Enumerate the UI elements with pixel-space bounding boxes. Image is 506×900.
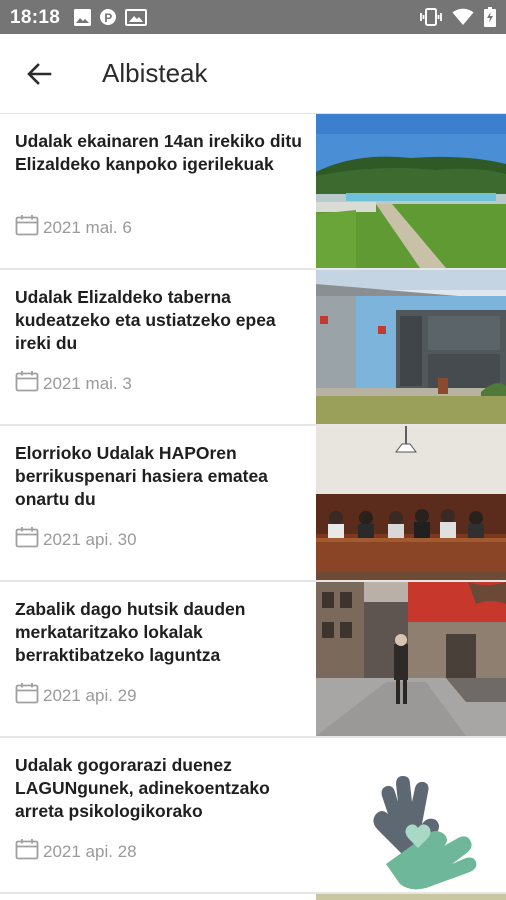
news-item[interactable]: Udalak Elizaldeko taberna kudeatzeko eta… [0, 270, 506, 426]
wifi-icon [452, 8, 474, 26]
news-thumbnail [316, 582, 506, 736]
news-date-text: 2021 mai. 6 [43, 217, 132, 237]
back-arrow-icon[interactable] [20, 56, 60, 92]
photo-icon [125, 8, 147, 26]
calendar-icon [15, 682, 39, 709]
hands-heart-icon [316, 738, 506, 892]
news-headline: Zabalik dago hutsik dauden merkataritzak… [15, 599, 246, 665]
news-date-text: 2021 api. 29 [43, 685, 137, 705]
news-headline: Udalak gogorarazi duenez LAGUNgunek, adi… [15, 755, 270, 821]
news-item[interactable]: Udalak gogorarazi duenez LAGUNgunek, adi… [0, 738, 506, 894]
p-icon: P [100, 8, 116, 26]
news-date: 2021 mai. 6 [15, 214, 132, 241]
news-date-text: 2021 api. 30 [43, 529, 137, 549]
image-icon [74, 8, 91, 26]
news-date: 2021 mai. 3 [15, 370, 132, 397]
news-headline: Udalak ekainaren 14an irekiko ditu Eliza… [15, 131, 302, 174]
news-date: 2021 api. 30 [15, 526, 137, 553]
vibrate-icon [420, 8, 442, 26]
news-date-text: 2021 mai. 3 [43, 373, 132, 393]
calendar-icon [15, 370, 39, 397]
news-item[interactable]: Udalak ekainaren 14an irekiko ditu Eliza… [0, 114, 506, 270]
news-headline: Udalak Elizaldeko taberna kudeatzeko eta… [15, 287, 276, 353]
news-item[interactable]: Zabalik dago hutsik dauden merkataritzak… [0, 582, 506, 738]
calendar-icon [15, 526, 39, 553]
calendar-icon [15, 214, 39, 241]
news-thumbnail [316, 114, 506, 268]
status-time: 18:18 [10, 7, 61, 28]
battery-icon [484, 7, 496, 27]
news-thumbnail [316, 426, 506, 580]
news-list: Udalak ekainaren 14an irekiko ditu Eliza… [0, 114, 506, 894]
news-date-text: 2021 api. 28 [43, 841, 137, 861]
next-item-edge [0, 894, 506, 900]
news-headline: Elorrioko Udalak HAPOren berrikuspenari … [15, 443, 268, 509]
page-title: Albisteak [102, 58, 208, 88]
svg-text:P: P [104, 11, 112, 25]
news-date: 2021 api. 29 [15, 682, 137, 709]
news-date: 2021 api. 28 [15, 838, 137, 865]
calendar-icon [15, 838, 39, 865]
news-item[interactable]: Elorrioko Udalak HAPOren berrikuspenari … [0, 426, 506, 582]
status-bar: 18:18 P [0, 0, 506, 34]
news-thumbnail [316, 270, 506, 424]
app-bar: Albisteak [0, 34, 506, 114]
